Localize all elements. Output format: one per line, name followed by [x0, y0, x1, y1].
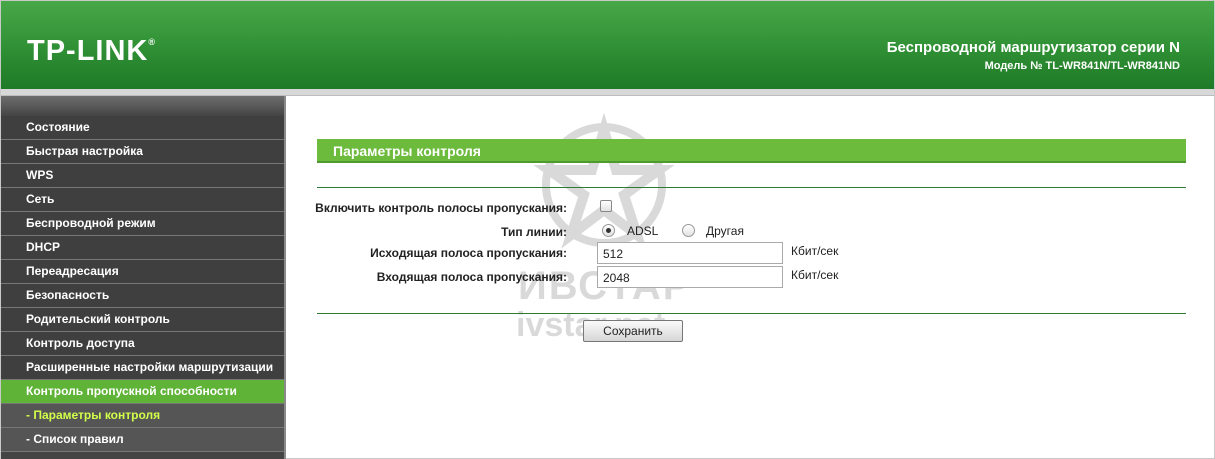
page-title: Параметры контроля	[317, 139, 1186, 163]
download-label: Входящая полоса пропускания:	[376, 270, 567, 284]
sidebar-item-network[interactable]: Сеть	[1, 188, 284, 212]
sidebar-top	[1, 96, 284, 116]
header: TP-LINK® Беспроводной маршрутизатор сери…	[1, 1, 1214, 89]
sidebar-item-control-settings[interactable]: - Параметры контроля	[1, 404, 284, 428]
download-unit: Кбит/сек	[791, 268, 839, 282]
sidebar-item-bandwidth-control[interactable]: Контроль пропускной способности	[1, 380, 284, 404]
line-type-label: Тип линии:	[501, 225, 567, 239]
radio-adsl-label: ADSL	[627, 224, 659, 238]
enable-label: Включить контроль полосы пропускания:	[315, 201, 567, 215]
upload-unit: Кбит/сек	[791, 244, 839, 258]
sidebar-item-wps[interactable]: WPS	[1, 164, 284, 188]
save-button[interactable]: Сохранить	[583, 320, 683, 342]
model-number: Модель № TL-WR841N/TL-WR841ND	[984, 60, 1180, 72]
enable-row: Включить контроль полосы пропускания:	[288, 197, 1214, 221]
tp-link-logo: TP-LINK®	[27, 35, 157, 67]
sidebar-item-parental-control[interactable]: Родительский контроль	[1, 308, 284, 332]
sidebar-item-advanced-routing[interactable]: Расширенные настройки маршрутизации	[1, 356, 284, 380]
radio-other[interactable]	[682, 224, 695, 237]
product-title: Беспроводной маршрутизатор серии N	[886, 39, 1180, 56]
radio-other-label: Другая	[706, 224, 744, 238]
sidebar-item-security[interactable]: Безопасность	[1, 284, 284, 308]
upload-row: Исходящая полоса пропускания: 512 Кбит/с…	[288, 242, 1214, 266]
sidebar-item-status[interactable]: Состояние	[1, 116, 284, 140]
enable-checkbox[interactable]	[600, 200, 612, 212]
download-row: Входящая полоса пропускания: 2048 Кбит/с…	[288, 266, 1214, 290]
upload-bandwidth-input[interactable]: 512	[597, 242, 783, 264]
sidebar-item-forwarding[interactable]: Переадресация	[1, 260, 284, 284]
header-divider	[1, 89, 1214, 96]
router-admin-page: TP-LINK® Беспроводной маршрутизатор сери…	[0, 0, 1215, 459]
divider-bottom	[317, 313, 1186, 314]
divider-top	[317, 187, 1186, 188]
upload-label: Исходящая полоса пропускания:	[370, 246, 567, 260]
main-content: ИВСТАР ivstar.net Параметры контроля Вкл…	[288, 96, 1214, 459]
sidebar: Состояние Быстрая настройка WPS Сеть Бес…	[1, 96, 286, 459]
sidebar-item-quick-setup[interactable]: Быстрая настройка	[1, 140, 284, 164]
sidebar-item-access-control[interactable]: Контроль доступа	[1, 332, 284, 356]
download-bandwidth-input[interactable]: 2048	[597, 266, 783, 288]
sidebar-item-rules-list[interactable]: - Список правил	[1, 428, 284, 452]
sidebar-item-dhcp[interactable]: DHCP	[1, 236, 284, 260]
radio-adsl[interactable]	[602, 224, 615, 237]
sidebar-item-wireless[interactable]: Беспроводной режим	[1, 212, 284, 236]
